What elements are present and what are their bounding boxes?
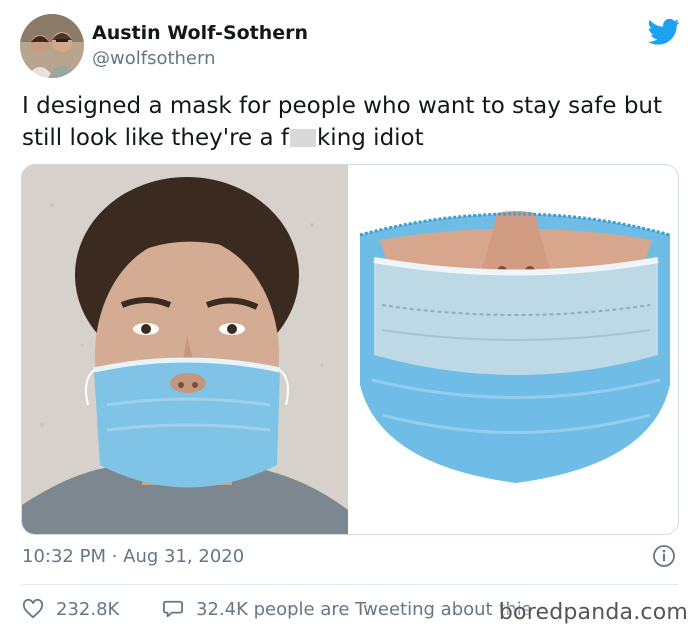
speech-bubble-icon xyxy=(163,600,183,618)
photo-man-wearing-mask[interactable] xyxy=(22,165,348,534)
censor-block xyxy=(289,129,316,147)
tweet-header: Austin Wolf-Sothern @wolfsothern xyxy=(20,14,684,80)
tweet-text-part2: king idiot xyxy=(316,125,424,151)
avatar[interactable] xyxy=(20,14,84,78)
reply-count: 32.4K people are Tweeting about this xyxy=(196,598,532,620)
tweet-text: I designed a mask for people who want to… xyxy=(22,90,682,154)
heart-icon xyxy=(22,599,44,619)
watermark: boredpanda.com xyxy=(498,600,688,625)
info-icon[interactable] xyxy=(652,544,676,568)
author-name[interactable]: Austin Wolf-Sothern xyxy=(92,22,308,44)
like-count: 232.8K xyxy=(56,598,120,620)
separator xyxy=(22,584,678,585)
photo-mask-closeup[interactable] xyxy=(352,165,678,534)
author-handle[interactable]: @wolfsothern xyxy=(92,48,216,69)
reply-button[interactable]: 32.4K people are Tweeting about this xyxy=(162,596,531,622)
twitter-bird-icon[interactable] xyxy=(648,18,680,46)
tweet-timestamp[interactable]: 10:32 PM · Aug 31, 2020 xyxy=(22,546,244,567)
tweet-media[interactable] xyxy=(21,164,679,535)
like-button[interactable]: 232.8K xyxy=(22,596,119,622)
